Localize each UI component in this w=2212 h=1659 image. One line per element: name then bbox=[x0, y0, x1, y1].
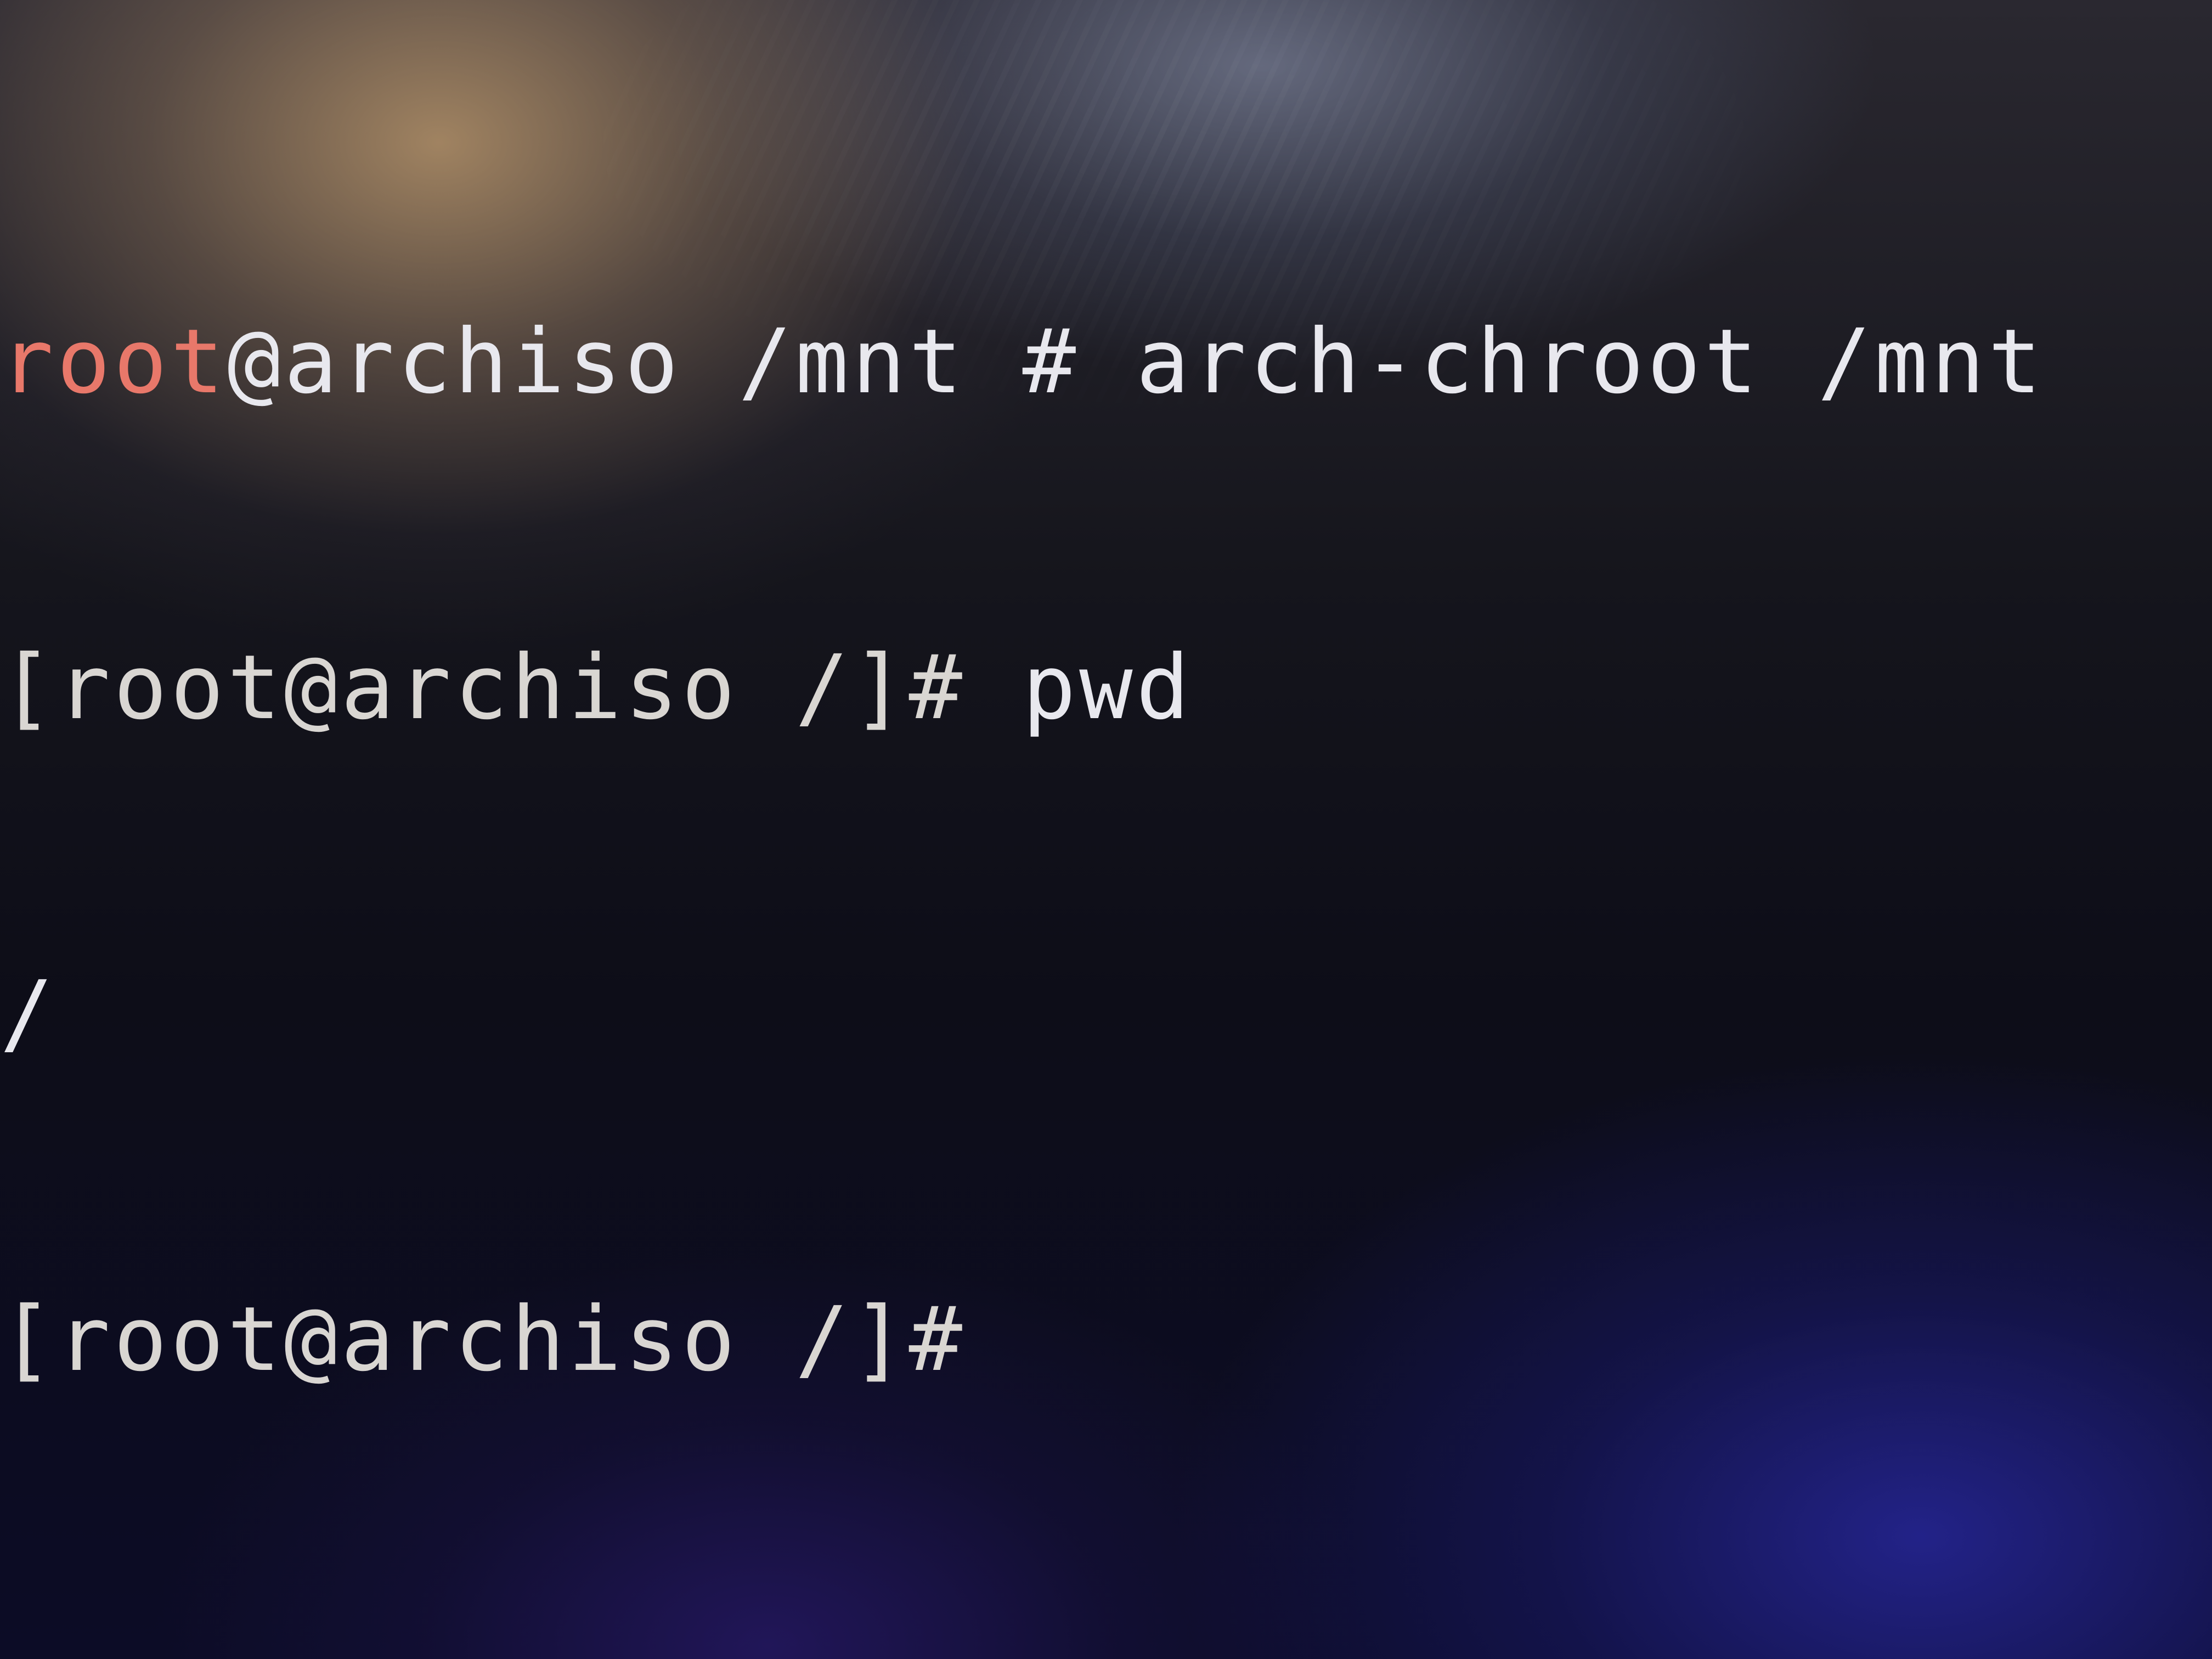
terminal-line-output: / bbox=[0, 960, 2212, 1068]
terminal-screen[interactable]: root@archiso /mnt # arch-chroot /mnt [ro… bbox=[0, 0, 2212, 1659]
typed-command: pwd bbox=[966, 636, 1193, 740]
terminal-output[interactable]: root@archiso /mnt # arch-chroot /mnt [ro… bbox=[0, 91, 2212, 1611]
terminal-line-chroot-command: root@archiso /mnt # arch-chroot /mnt bbox=[0, 308, 2212, 416]
active-prompt: [root@archiso /]# bbox=[0, 1288, 966, 1391]
terminal-line-pwd-command: [root@archiso /]# pwd bbox=[0, 634, 2212, 742]
prompt-host-and-command: @archiso /mnt # arch-chroot /mnt bbox=[227, 311, 2045, 414]
command-output: / bbox=[0, 962, 57, 1065]
prompt-username: root bbox=[0, 311, 228, 414]
chroot-prompt: [root@archiso /]# bbox=[0, 636, 966, 740]
terminal-line-current-prompt[interactable]: [root@archiso /]# bbox=[0, 1285, 2212, 1394]
